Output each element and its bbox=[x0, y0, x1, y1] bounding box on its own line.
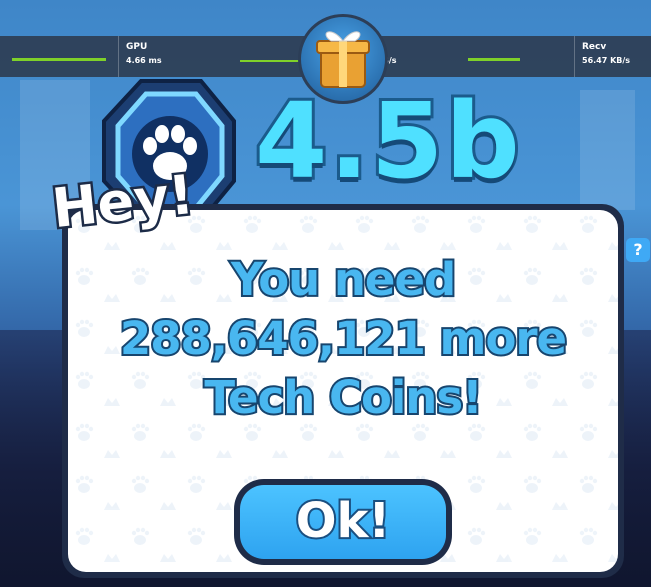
dialog-message: You need 288,646,121 more Tech Coins! bbox=[68, 250, 618, 427]
recv-value: 56.47 KB/s bbox=[582, 56, 631, 65]
currency-amount: 4.5b bbox=[252, 77, 523, 205]
background-wall bbox=[580, 90, 635, 210]
gpu-label: GPU bbox=[126, 42, 148, 52]
ok-button-label: Ok! bbox=[294, 491, 393, 551]
sent-graph bbox=[240, 60, 300, 62]
ok-button-face[interactable]: Ok! bbox=[240, 485, 446, 559]
gpu-stat: GPU 4.66 ms bbox=[126, 42, 162, 65]
recv-label: Recv bbox=[582, 42, 607, 52]
recv-graph bbox=[468, 58, 520, 61]
divider bbox=[118, 36, 119, 77]
message-line: 288,646,121 more bbox=[118, 310, 569, 367]
gpu-value: 4.66 ms bbox=[126, 56, 162, 65]
recv-stat: Recv 56.47 KB/s bbox=[582, 42, 630, 65]
message-line: Tech Coins! bbox=[202, 369, 484, 426]
message-line: You need bbox=[229, 251, 458, 308]
gpu-graph bbox=[12, 58, 106, 61]
gift-box-icon bbox=[316, 31, 370, 88]
ok-button[interactable]: Ok! bbox=[234, 479, 452, 565]
divider bbox=[574, 36, 575, 77]
gift-button[interactable] bbox=[298, 14, 388, 104]
help-icon[interactable]: ? bbox=[626, 238, 650, 262]
